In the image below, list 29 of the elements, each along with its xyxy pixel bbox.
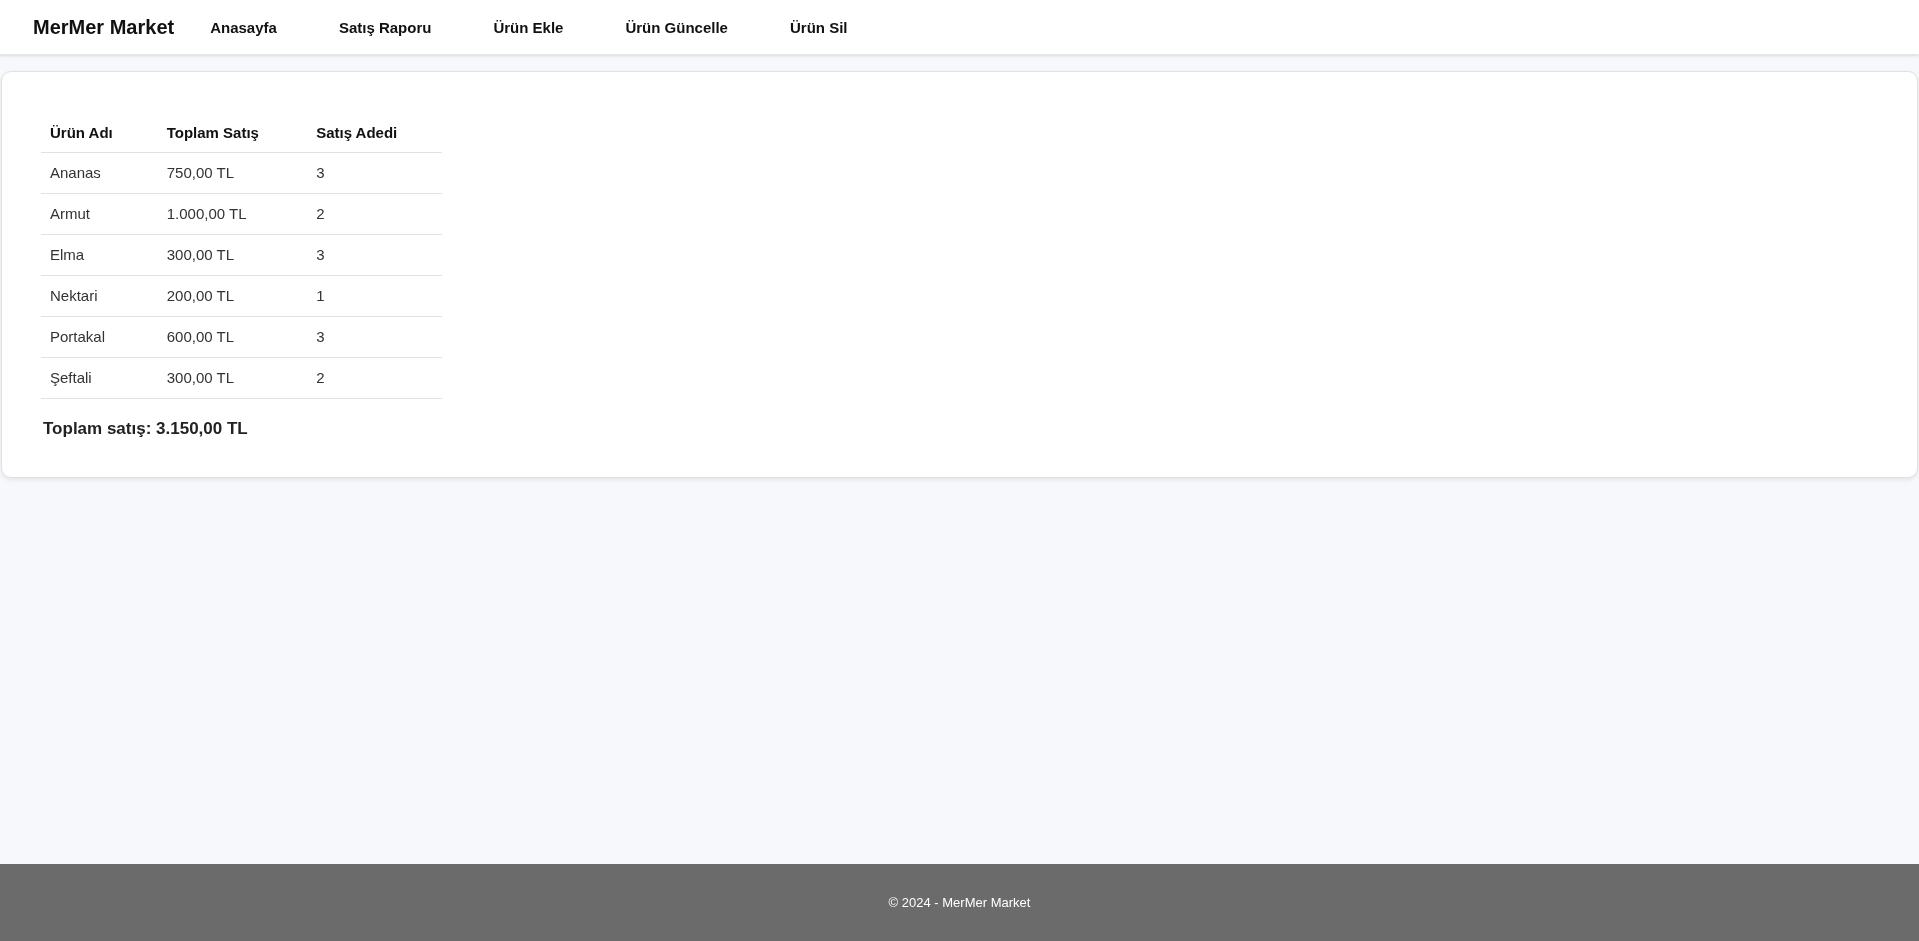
column-header: Toplam Satış — [157, 112, 308, 153]
table-cell: 600,00 TL — [157, 316, 308, 358]
nav-link[interactable]: Satış Raporu — [328, 10, 442, 44]
nav-link[interactable]: Anasayfa — [200, 10, 287, 44]
table-cell: 300,00 TL — [157, 234, 308, 276]
copyright-text: © 2024 - MerMer Market — [888, 895, 1031, 910]
table-cell: Armut — [41, 193, 158, 235]
table-cell: 1.000,00 TL — [157, 193, 308, 235]
table-cell: 2 — [307, 193, 442, 235]
table-cell: Portakal — [41, 316, 158, 358]
table-cell: 3 — [307, 234, 442, 276]
table-cell: 200,00 TL — [157, 275, 308, 317]
table-cell: 3 — [307, 316, 442, 358]
table-cell: 750,00 TL — [157, 152, 308, 194]
table-cell: Ananas — [41, 152, 158, 194]
table-cell: 1 — [307, 275, 442, 317]
table-cell: 3 — [307, 152, 442, 194]
table-cell: Şeftali — [41, 357, 158, 399]
column-header: Ürün Adı — [41, 112, 158, 153]
table-cell: 300,00 TL — [157, 357, 308, 399]
table-cell: 2 — [307, 357, 442, 399]
nav-link[interactable]: Ürün Ekle — [483, 10, 574, 44]
nav-link[interactable]: Ürün Güncelle — [615, 10, 738, 44]
brand-link[interactable]: MerMer Market — [33, 15, 175, 39]
nav-link[interactable]: Ürün Sil — [779, 10, 858, 44]
column-header: Satış Adedi — [307, 112, 442, 153]
table-cell: Elma — [41, 234, 158, 276]
table-cell: Nektari — [41, 275, 158, 317]
total-sales-text: Toplam satış: 3.150,00 TL — [43, 419, 249, 439]
